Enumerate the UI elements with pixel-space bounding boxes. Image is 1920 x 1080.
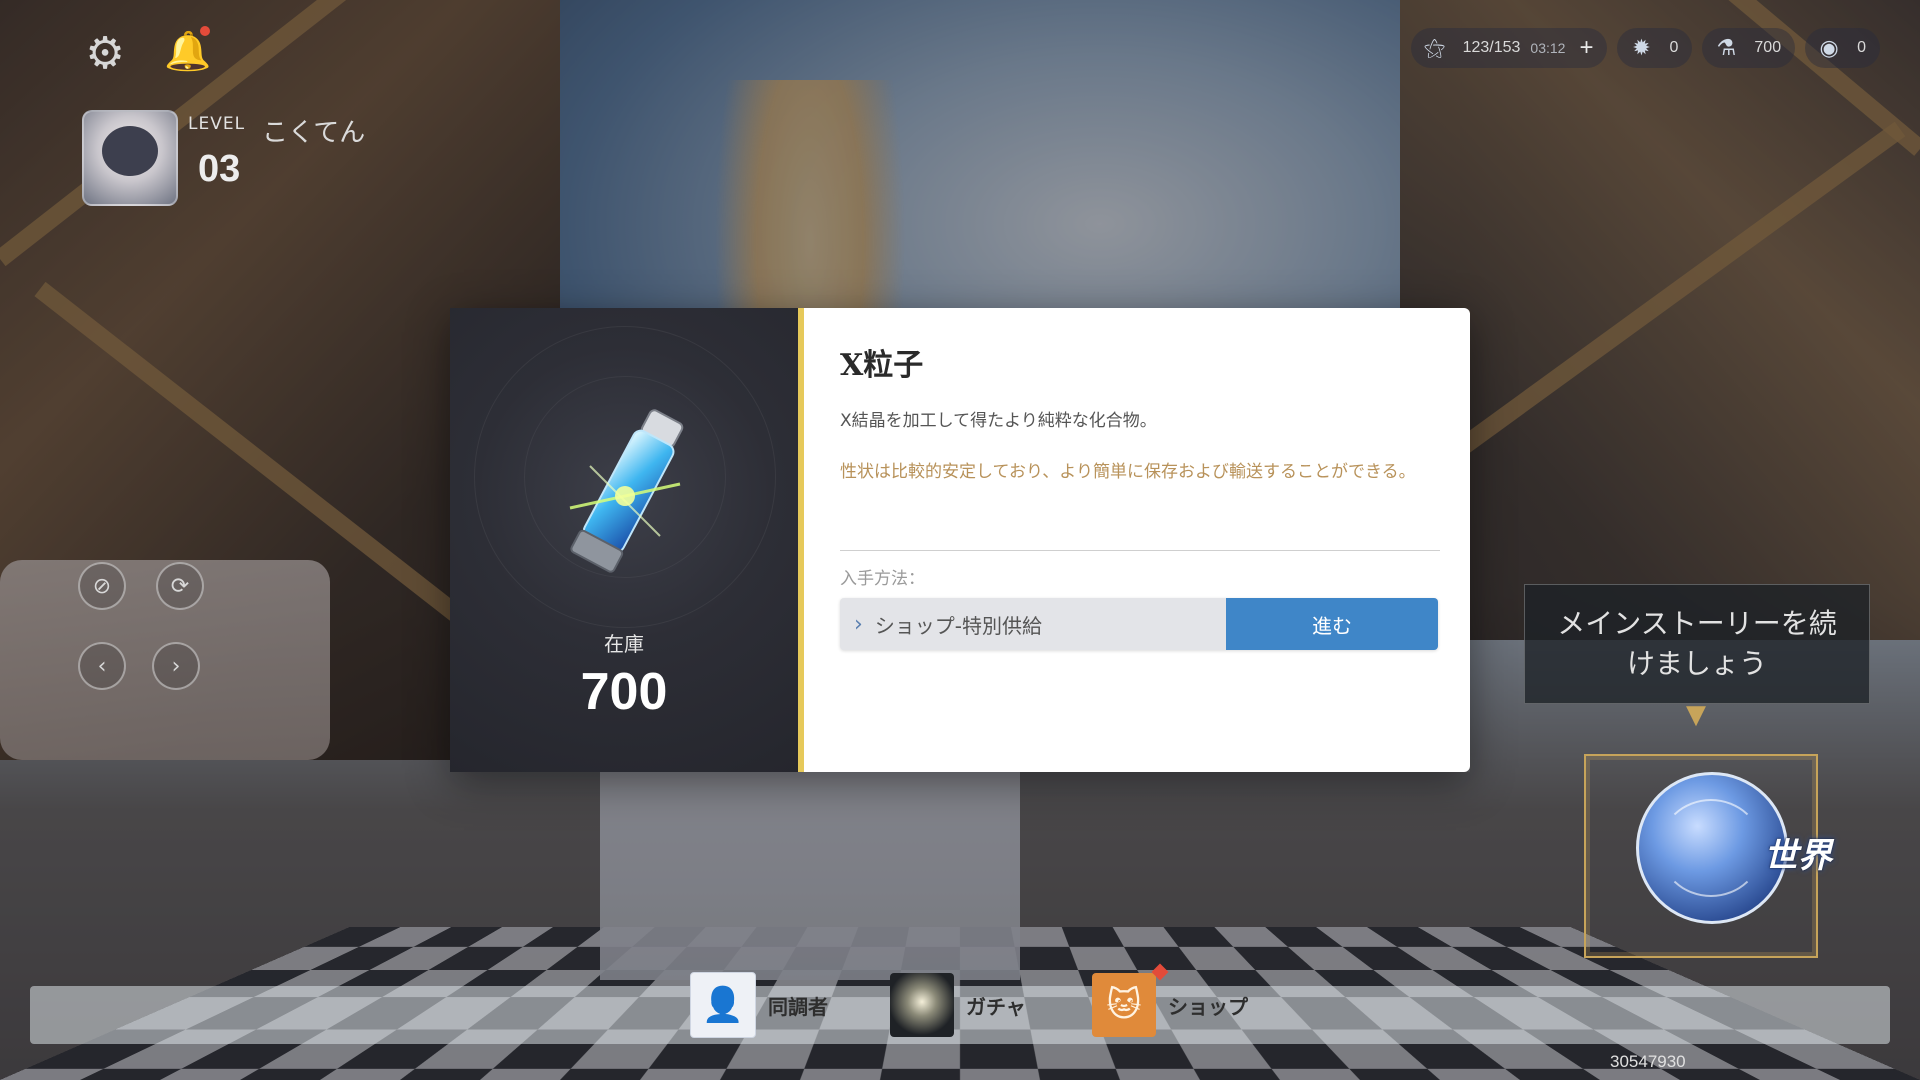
nav-label: ガチャ [966, 994, 1026, 1019]
stamina-icon: ⚝ [1423, 35, 1446, 60]
bell-icon[interactable]: 🔔 [164, 23, 213, 78]
crystal-value: 0 [1669, 39, 1679, 56]
item-description: X結晶を加工して得たより純粋な化合物。 [840, 411, 1157, 431]
stock-label: 在庫 [604, 632, 644, 656]
level-value: 03 [198, 148, 241, 190]
gacha-orb-icon [890, 973, 954, 1037]
stock-value: 700 [580, 663, 668, 721]
chevron-left-icon[interactable]: ‹ [78, 642, 126, 690]
coin-resource[interactable]: ◉ 0 [1805, 28, 1880, 68]
acquire-source-text: ショップ-特別供給 [874, 613, 1043, 638]
person-icon: 👤 [690, 972, 756, 1038]
crystal-icon: ✹ [1632, 35, 1651, 60]
x-particle-vial-icon [569, 409, 684, 573]
nav-label: ショップ [1168, 994, 1248, 1019]
particle-resource[interactable]: ⚗ 700 [1702, 28, 1796, 68]
avatar[interactable] [82, 110, 178, 206]
nav-item-gacha[interactable]: ガチャ [890, 972, 1026, 1038]
coin-value: 0 [1857, 39, 1866, 56]
item-detail-dialog: 在庫 700 X粒子 X結晶を加工して得たより純粋な化合物。 性状は比較的安定し… [450, 308, 1470, 772]
main-story-tip[interactable]: メインストーリーを続けましょう [1524, 584, 1870, 704]
stamina-resource[interactable]: ⚝ 123/153 03:12 + [1410, 28, 1608, 68]
shop-cat-icon: 🐱 [1092, 973, 1156, 1037]
acquire-method-label: 入手方法： [840, 569, 925, 589]
user-id: 30547930 [1610, 1052, 1686, 1071]
divider [840, 550, 1440, 551]
hide-ui-icon[interactable]: ⊘ [78, 562, 126, 610]
nav-item-shop[interactable]: 🐱 ショップ [1092, 972, 1248, 1038]
nav-item-synchronizer[interactable]: 👤 同調者 [690, 972, 828, 1038]
particle-value: 700 [1754, 39, 1782, 56]
chevron-right-icon: › [854, 611, 863, 637]
chevron-right-icon[interactable]: › [152, 642, 200, 690]
notification-dot [197, 23, 213, 39]
item-flavor-text: 性状は比較的安定しており、より簡単に保存および輸送することができる。 [840, 462, 1416, 482]
stamina-value: 123/153 [1462, 39, 1521, 56]
item-preview-panel: 在庫 700 [450, 308, 798, 772]
resource-bar: ⚝ 123/153 03:12 + ✹ 0 ⚗ 700 ◉ 0 [1410, 26, 1880, 70]
item-title: X粒子 [840, 348, 924, 383]
particle-vial-icon: ⚗ [1716, 35, 1737, 60]
player-name: こくてん [262, 118, 366, 148]
stamina-timer: 03:12 [1530, 40, 1566, 56]
world-label[interactable]: 世界 [1764, 828, 1832, 877]
go-button[interactable]: 進む [1226, 598, 1438, 650]
chevron-down-icon: ▼ [1686, 700, 1706, 730]
item-info-panel: X粒子 X結晶を加工して得たより純粋な化合物。 性状は比較的安定しており、より簡… [804, 308, 1470, 772]
nav-label: 同調者 [768, 994, 828, 1019]
refresh-icon[interactable]: ⟳ [156, 562, 204, 610]
acquire-source-row: › ショップ-特別供給 進む [840, 598, 1438, 650]
coin-icon: ◉ [1819, 35, 1839, 60]
level-label: LEVEL [188, 114, 246, 134]
crystal-resource[interactable]: ✹ 0 [1617, 28, 1693, 68]
gear-icon[interactable]: ⚙ [78, 26, 132, 80]
plus-icon[interactable]: + [1579, 34, 1593, 62]
